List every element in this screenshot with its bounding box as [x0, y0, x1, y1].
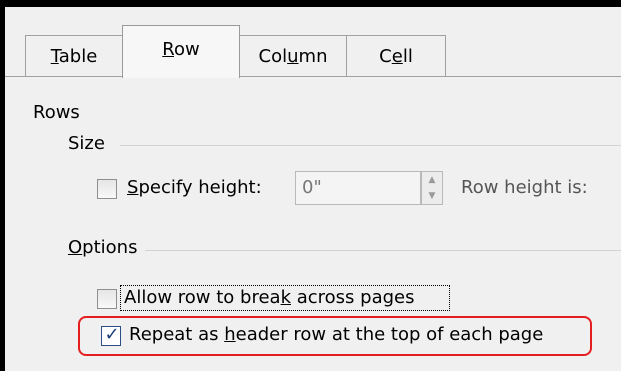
repeat-header-checkbox[interactable]: ✓	[101, 324, 121, 346]
table-properties-dialog: Table Row Column Cell Rows Size Specify …	[5, 7, 621, 371]
size-group-label: Size	[68, 133, 105, 154]
tab-column-label-suffix: mn	[298, 46, 328, 67]
tab-cell-label-suffix: ll	[402, 46, 413, 67]
specify-height-accel: S	[127, 177, 139, 198]
options-group-divider	[145, 250, 621, 251]
screenshot-border-top	[0, 0, 621, 7]
allow-break-suffix: across pages	[291, 287, 415, 308]
tab-column-label-accel: u	[287, 46, 299, 67]
specify-height-suffix: pecify height:	[138, 177, 262, 198]
row-height-is-label: Row height is:	[461, 177, 588, 198]
allow-break-accel: k	[280, 287, 291, 308]
tab-table-label-suffix: able	[58, 46, 98, 67]
options-suffix: ptions	[82, 237, 138, 258]
tab-strip: Table Row Column Cell	[5, 7, 621, 78]
tab-table[interactable]: Table	[25, 35, 123, 76]
row-height-spinner: ▲ ▼	[421, 171, 443, 205]
allow-break-prefix: Allow row to brea	[124, 287, 281, 308]
tab-table-label-accel: T	[50, 46, 59, 67]
spin-down-button[interactable]: ▼	[422, 188, 442, 204]
row-height-input[interactable]: 0"	[295, 171, 421, 205]
allow-break-label[interactable]: Allow row to break across pages	[124, 287, 414, 308]
tab-row-label-accel: R	[162, 39, 174, 60]
allow-break-checkbox[interactable]	[97, 289, 117, 309]
checkmark-icon: ✓	[104, 324, 120, 345]
tab-cell[interactable]: Cell	[346, 35, 446, 76]
size-group-divider	[120, 145, 621, 146]
tab-column[interactable]: Column	[239, 35, 347, 76]
tab-column-label-prefix: Col	[258, 46, 288, 67]
rows-heading: Rows	[33, 102, 80, 123]
specify-height-checkbox[interactable]	[97, 179, 117, 199]
options-accel: O	[68, 237, 83, 258]
spin-up-button[interactable]: ▲	[422, 172, 442, 188]
repeat-header-suffix: eader row at the top of each page	[235, 324, 544, 345]
repeat-header-prefix: Repeat as	[129, 324, 225, 345]
tab-cell-label-prefix: C	[379, 46, 392, 67]
repeat-header-accel: h	[224, 324, 236, 345]
options-group-label: Options	[68, 237, 137, 258]
repeat-header-label[interactable]: Repeat as header row at the top of each …	[129, 324, 543, 345]
tab-row-label-suffix: ow	[173, 39, 200, 60]
specify-height-label[interactable]: Specify height:	[127, 177, 262, 198]
tab-cell-label-accel: e	[391, 46, 403, 67]
tab-row[interactable]: Row	[122, 25, 240, 78]
